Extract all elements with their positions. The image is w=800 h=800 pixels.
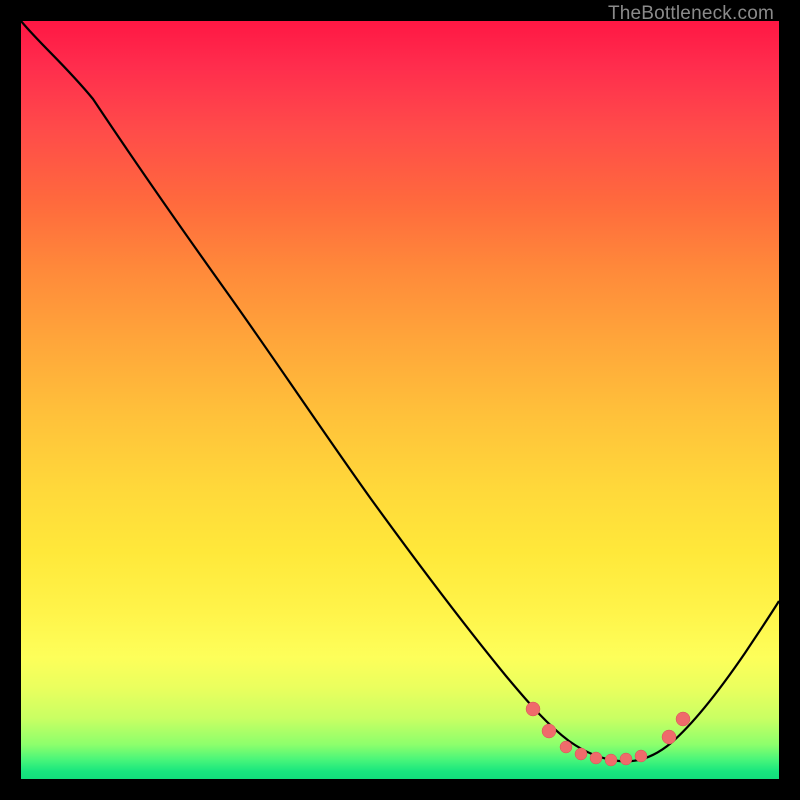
plot-area [21, 21, 779, 779]
highlight-dots [526, 702, 690, 766]
marker-dot [590, 752, 602, 764]
marker-dot [560, 741, 572, 753]
watermark-text: TheBottleneck.com [608, 3, 774, 25]
chart-frame: TheBottleneck.com [0, 0, 800, 800]
marker-dot [542, 724, 556, 738]
bottleneck-curve [21, 21, 779, 761]
marker-dot [526, 702, 540, 716]
marker-dot [635, 750, 647, 762]
marker-dot [662, 730, 676, 744]
marker-dot [575, 748, 587, 760]
marker-dot [605, 754, 617, 766]
marker-dot [676, 712, 690, 726]
chart-svg [21, 21, 779, 779]
marker-dot [620, 753, 632, 765]
